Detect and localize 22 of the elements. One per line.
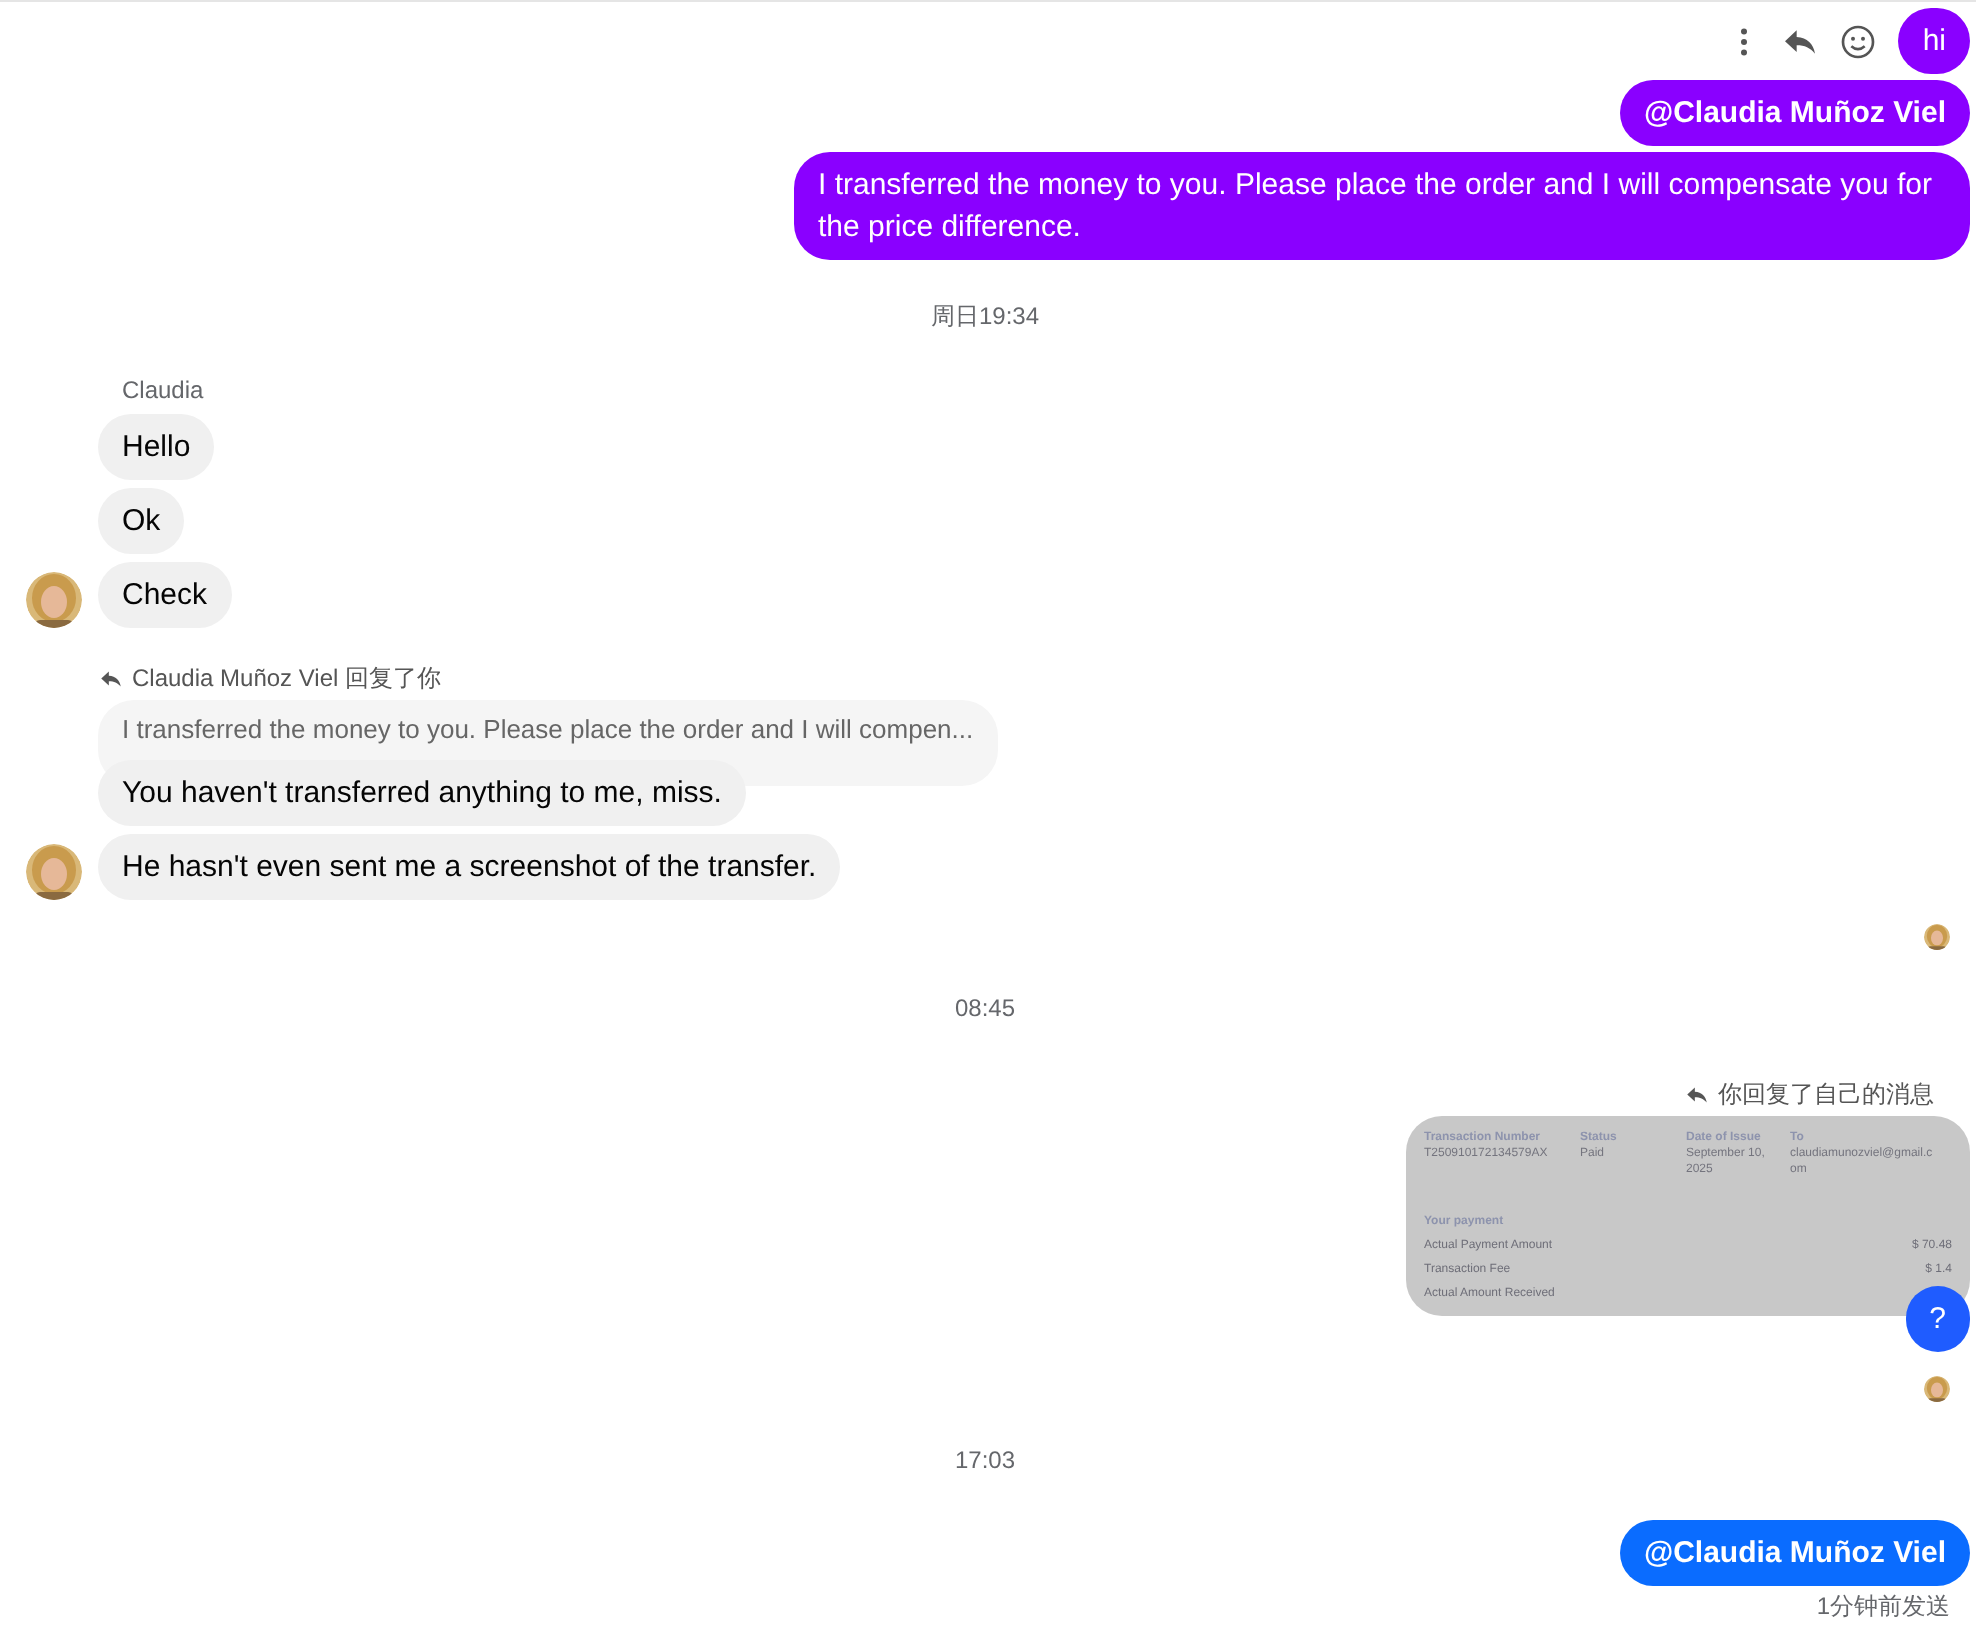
avatar [26, 572, 82, 628]
timestamp: 周日19:34 [930, 300, 1040, 332]
reply-label: 你回复了自己的消息 [1718, 1080, 1934, 1108]
message-bubble: Hello [98, 414, 215, 480]
timestamp: 17:03 [954, 1444, 1016, 1476]
mention-bubble: @Claudia Muñoz Viel [1619, 80, 1970, 146]
sent-status: 1分钟前发送 [1816, 1592, 1952, 1620]
message-bubble: Ok [98, 488, 185, 554]
emoji-icon[interactable] [1838, 21, 1879, 61]
mention-bubble: @Claudia Muñoz Viel [1619, 1520, 1970, 1586]
avatar [26, 844, 82, 900]
sender-name: Claudia [120, 376, 204, 404]
message-bubble: Check [98, 562, 232, 628]
message-bubble: hi [1898, 8, 1970, 74]
message-bubble: He hasn't even sent me a screenshot of the transfer. [98, 834, 841, 900]
avatar [1924, 924, 1950, 950]
message-bubble: ? [1905, 1286, 1970, 1352]
reply-label: Claudia Muñoz Viel 回复了你 [132, 664, 442, 692]
timestamp: 08:45 [954, 992, 1016, 1024]
avatar [1924, 1376, 1950, 1402]
message-bubble: I transferred the money to you. Please place the order and I will compensate you for the price difference. [794, 152, 1970, 260]
message-bubble: You haven't transferred anything to me, miss. [98, 760, 746, 826]
